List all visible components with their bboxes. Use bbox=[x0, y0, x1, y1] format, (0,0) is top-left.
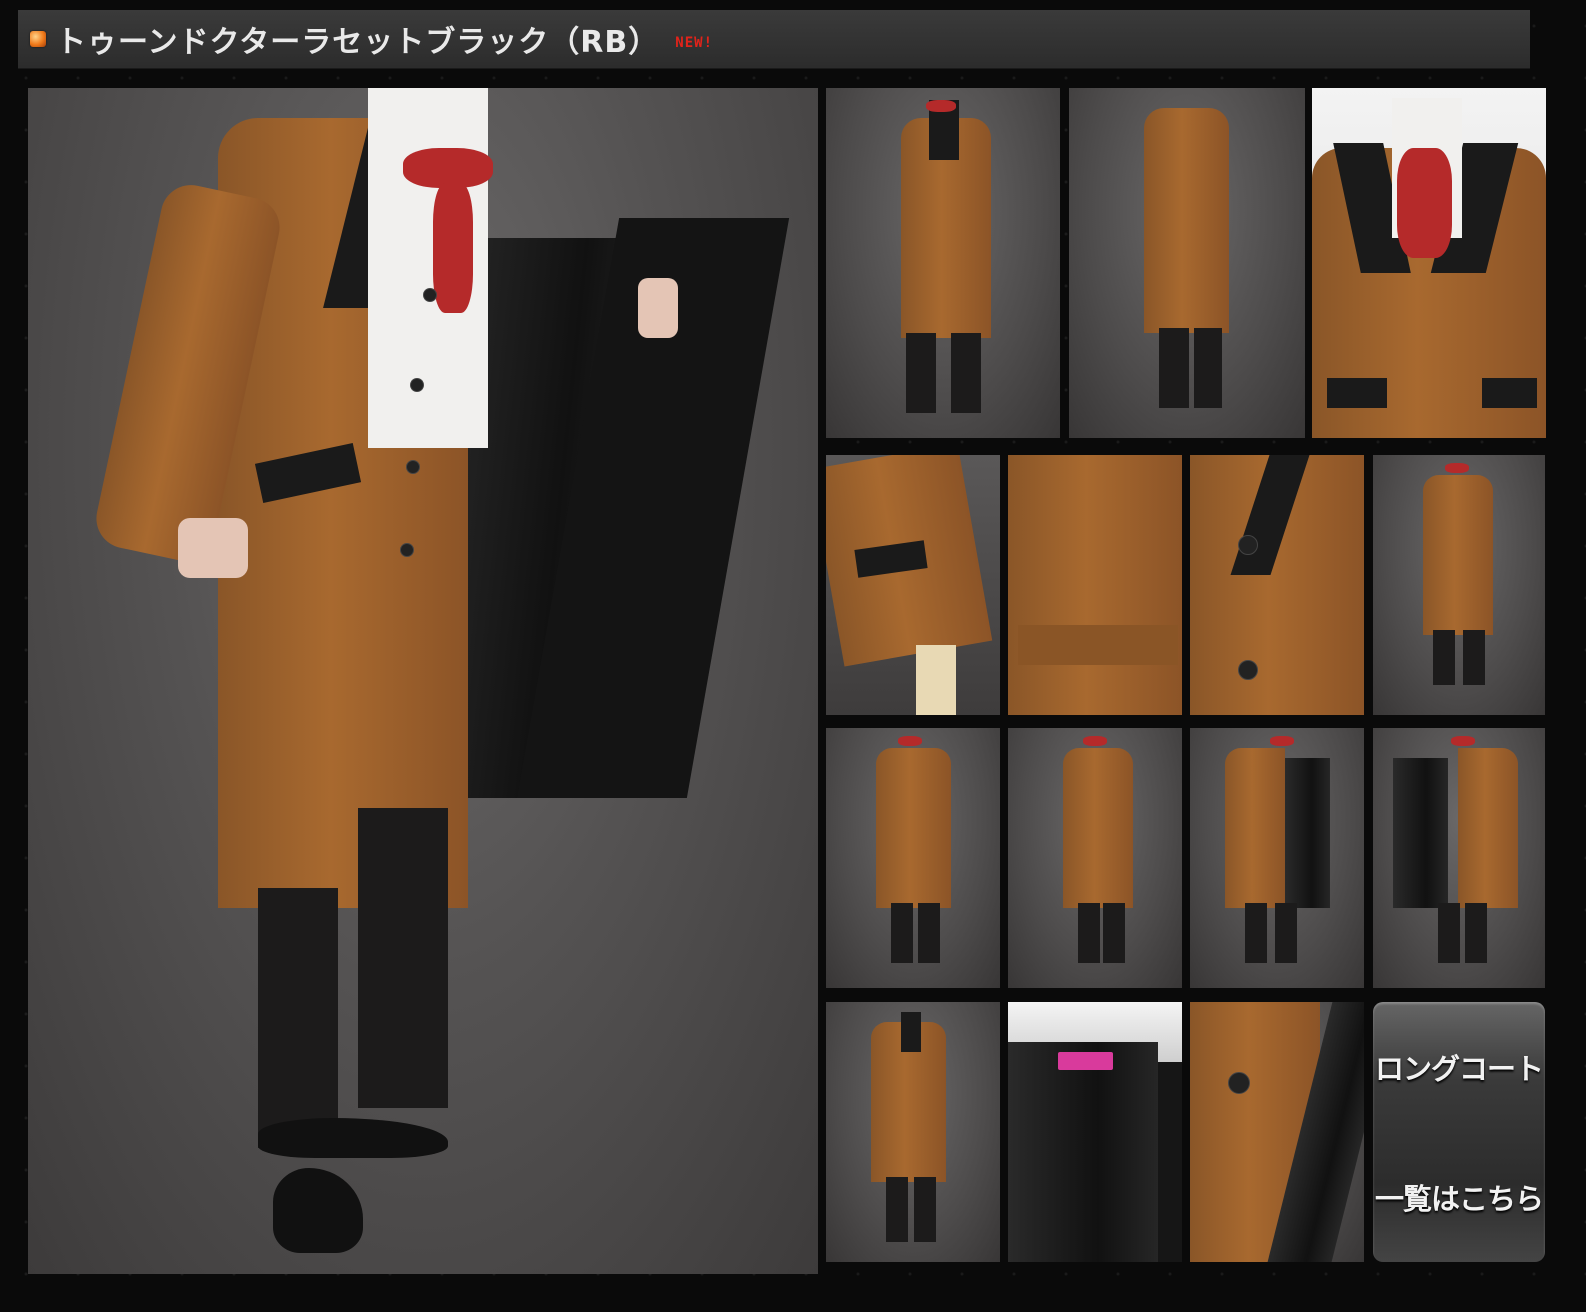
new-badge: NEW! bbox=[675, 35, 713, 51]
thumbnail-coat-front-full[interactable] bbox=[1373, 455, 1545, 715]
long-coat-list-link[interactable]: ロングコート 一覧はこちら bbox=[1373, 1002, 1545, 1262]
thumbnail-mannequin-closeup[interactable] bbox=[1312, 88, 1546, 438]
thumbnail-back-belt[interactable] bbox=[1008, 455, 1182, 715]
product-title-bar: トゥーンドクターラセットブラック（RB） NEW! bbox=[18, 10, 1530, 69]
product-title: トゥーンドクターラセットブラック（RB） bbox=[56, 25, 660, 60]
thumbnail-coat-open-left[interactable] bbox=[1190, 728, 1364, 988]
thumbnail-coat-front-plain[interactable] bbox=[826, 1002, 1000, 1262]
thumbnail-coat-front[interactable] bbox=[826, 88, 1060, 438]
thumbnail-lapel-button[interactable] bbox=[1190, 455, 1364, 715]
main-product-photo[interactable] bbox=[28, 88, 818, 1274]
thumbnail-sleeve-detail[interactable] bbox=[826, 455, 1000, 715]
thumbnail-coat-arms-out[interactable] bbox=[826, 728, 1000, 988]
thumbnail-coat-open-right[interactable] bbox=[1373, 728, 1545, 988]
orange-square-icon bbox=[30, 31, 46, 47]
thumbnail-coat-side-turn[interactable] bbox=[1008, 728, 1182, 988]
thumbnail-coat-back[interactable] bbox=[1069, 88, 1305, 438]
link-label-line1: ロングコート bbox=[1374, 1052, 1544, 1086]
thumbnail-button-lining[interactable] bbox=[1190, 1002, 1364, 1262]
link-label-line2: 一覧はこちら bbox=[1374, 1182, 1544, 1216]
thumbnail-collar-label[interactable] bbox=[1008, 1002, 1182, 1262]
